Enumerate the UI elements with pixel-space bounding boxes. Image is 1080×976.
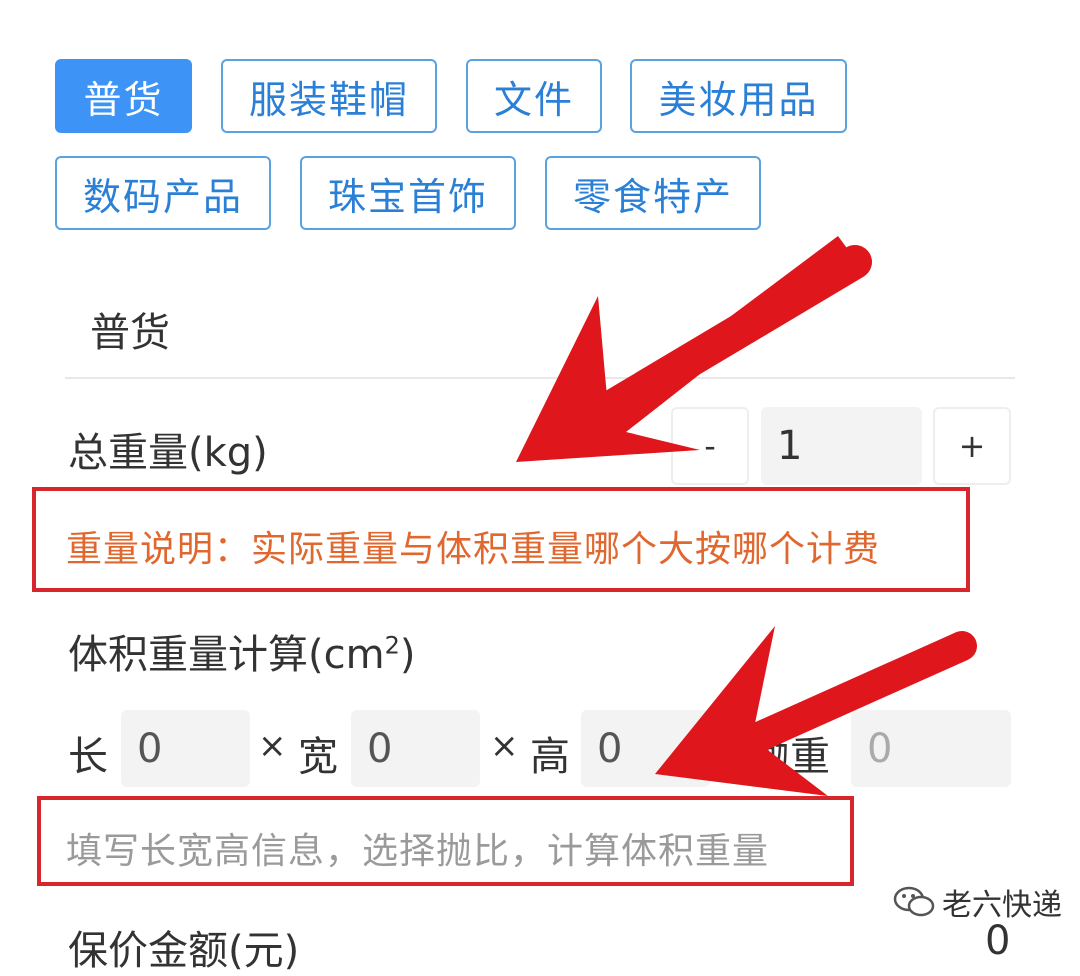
- category-tag-cosmetics[interactable]: 美妆用品: [630, 59, 847, 133]
- selected-category-title: 普货: [90, 310, 170, 356]
- width-label: 宽: [298, 734, 338, 780]
- divider: [65, 377, 1015, 379]
- watermark-text: 老六快递: [942, 888, 1062, 923]
- height-label: 高: [530, 734, 570, 780]
- weight-plus-button[interactable]: +: [933, 407, 1011, 485]
- arrow-shaft: [593, 245, 872, 425]
- weight-minus-button[interactable]: -: [671, 407, 749, 485]
- wechat-icon: [893, 886, 935, 917]
- category-tag-snacks[interactable]: 零食特产: [545, 156, 761, 230]
- volumetric-weight-label: 抛重: [750, 734, 830, 780]
- category-tag-documents[interactable]: 文件: [466, 59, 602, 133]
- category-tag-general[interactable]: 普货: [55, 59, 192, 133]
- weight-input[interactable]: 1: [761, 407, 922, 485]
- category-tag-clothing[interactable]: 服装鞋帽: [221, 59, 437, 133]
- volumetric-weight-output: 0: [851, 710, 1011, 787]
- total-weight-label: 总重量(kg): [68, 430, 268, 476]
- volume-hint-text: 填写长宽高信息，选择抛比，计算体积重量: [66, 831, 770, 872]
- watermark: 老六快递: [892, 880, 1062, 924]
- height-input[interactable]: 0: [581, 710, 710, 787]
- times-sign: ×: [490, 726, 519, 766]
- category-tag-jewelry[interactable]: 珠宝首饰: [300, 156, 516, 230]
- width-input[interactable]: 0: [351, 710, 480, 787]
- volume-weight-label: 体积重量计算(cm2): [68, 631, 416, 678]
- insured-amount-value[interactable]: 0: [985, 918, 1010, 964]
- category-tag-digital[interactable]: 数码产品: [55, 156, 271, 230]
- length-label: 长: [68, 734, 108, 780]
- times-sign: ×: [258, 726, 287, 766]
- length-input[interactable]: 0: [121, 710, 250, 787]
- insured-amount-label: 保价金额(元): [68, 928, 300, 974]
- weight-note-text: 重量说明：实际重量与体积重量哪个大按哪个计费: [66, 529, 881, 570]
